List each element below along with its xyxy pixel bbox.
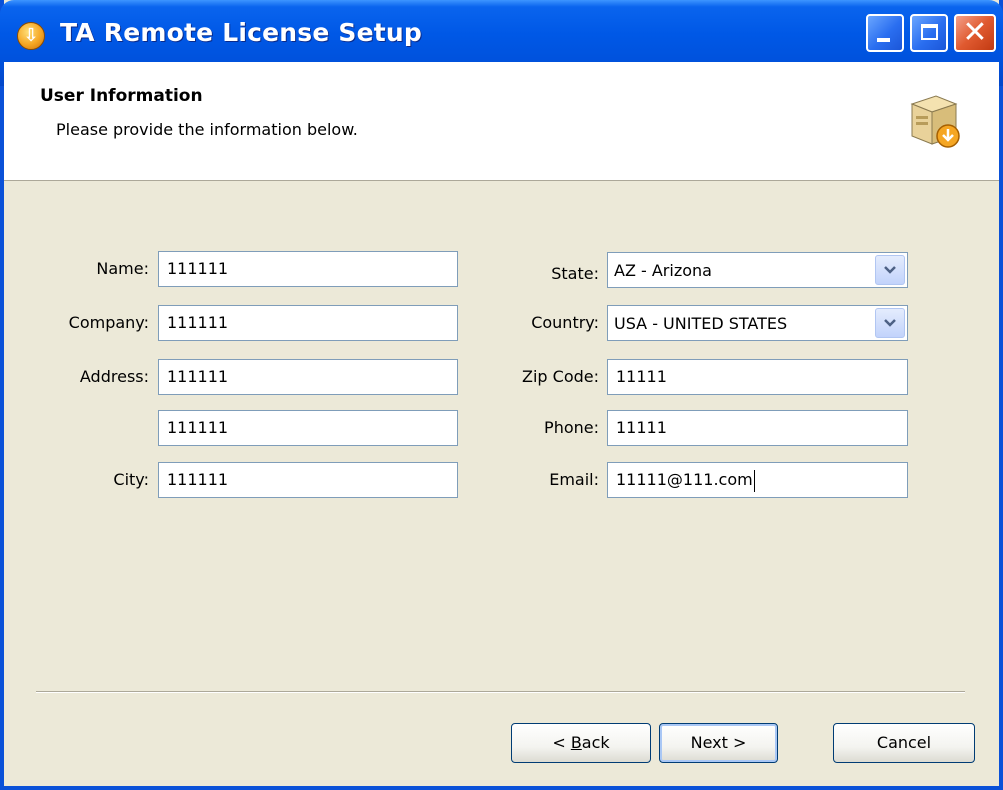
address-line1-field[interactable]: 111111	[158, 359, 458, 395]
address-line2-field[interactable]: 111111	[158, 410, 458, 446]
address-label: Address:	[79, 367, 149, 386]
next-button[interactable]: Next >	[659, 723, 778, 763]
back-prefix: <	[552, 733, 571, 752]
email-field[interactable]: 11111@111.com	[607, 462, 908, 498]
phone-field[interactable]: 11111	[607, 410, 908, 446]
zip-code-field[interactable]: 11111	[607, 359, 908, 395]
cancel-button[interactable]: Cancel	[833, 723, 975, 763]
state-select[interactable]: AZ - Arizona	[607, 252, 908, 288]
maximize-button[interactable]	[910, 14, 948, 52]
country-select[interactable]: USA - UNITED STATES	[607, 305, 908, 341]
zip-code-label: Zip Code:	[522, 367, 599, 386]
wizard-header: User Information Please provide the info…	[4, 62, 999, 181]
window-title: TA Remote License Setup	[60, 18, 423, 47]
back-button[interactable]: < Back	[511, 723, 651, 763]
phone-label: Phone:	[544, 418, 599, 437]
state-dropdown-button[interactable]	[875, 255, 905, 285]
minimize-icon	[877, 38, 890, 42]
state-label: State:	[551, 264, 599, 283]
name-field[interactable]: 111111	[158, 251, 458, 287]
close-button[interactable]: ✕	[954, 14, 996, 52]
maximize-icon	[921, 24, 938, 40]
text-caret	[753, 469, 755, 492]
country-dropdown-button[interactable]	[875, 308, 905, 338]
chevron-down-icon	[884, 266, 896, 274]
state-value: AZ - Arizona	[614, 261, 712, 280]
back-accelerator: B	[570, 733, 582, 752]
company-label: Company:	[68, 313, 149, 332]
city-label: City:	[113, 470, 149, 489]
footer-divider	[36, 691, 965, 693]
city-field[interactable]: 111111	[158, 462, 458, 498]
setup-box-icon	[910, 95, 960, 148]
email-value: 11111@111.com	[616, 470, 753, 489]
name-label: Name:	[96, 259, 149, 278]
page-title: User Information	[40, 86, 203, 106]
page-subtitle: Please provide the information below.	[56, 120, 358, 139]
minimize-button[interactable]	[866, 14, 904, 52]
company-field[interactable]: 111111	[158, 305, 458, 341]
setup-app-icon: ⇩	[17, 22, 45, 50]
close-icon: ✕	[962, 15, 988, 50]
email-label: Email:	[549, 470, 599, 489]
back-label-rest: ack	[581, 733, 610, 752]
chevron-down-icon	[884, 319, 896, 327]
country-value: USA - UNITED STATES	[614, 314, 788, 333]
country-label: Country:	[531, 313, 599, 332]
